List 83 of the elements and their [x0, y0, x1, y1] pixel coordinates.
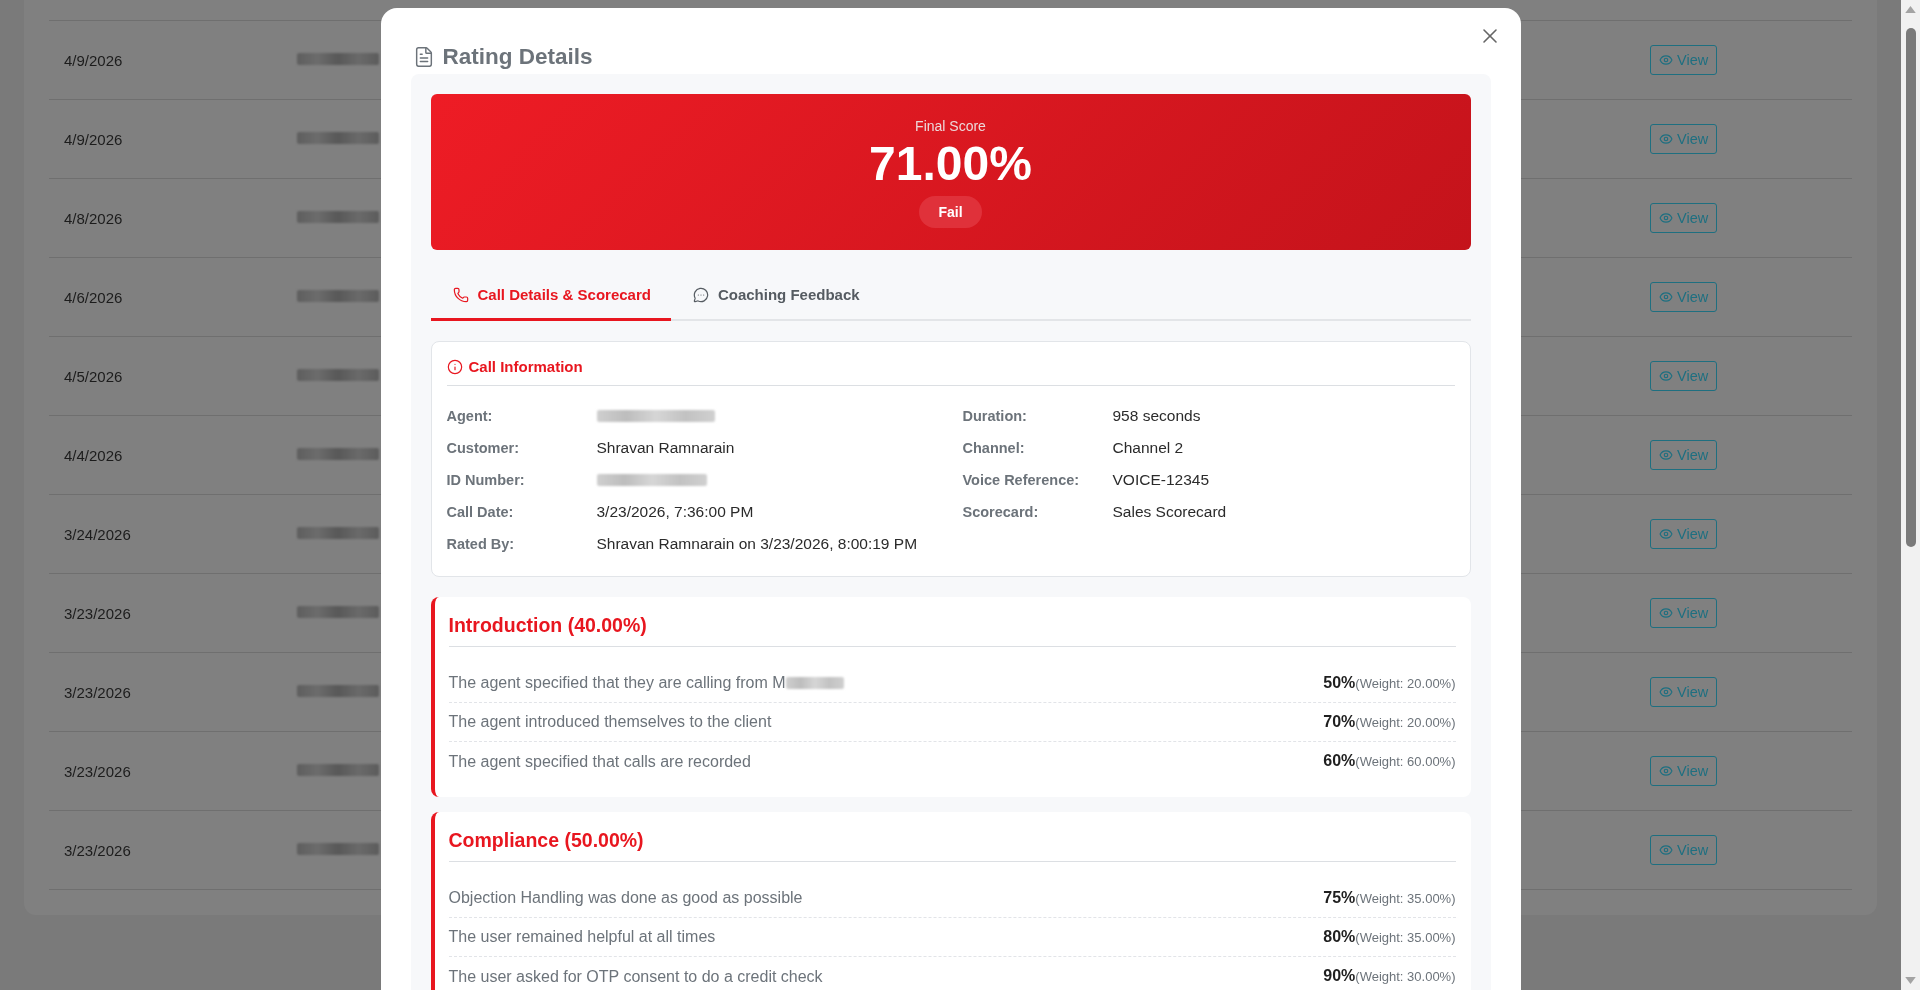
chat-bubble-icon — [692, 286, 709, 303]
field-label: Agent: — [446, 408, 494, 424]
field-label: ID Number: — [446, 472, 526, 488]
field-value: VOICE-12345 — [1112, 471, 1209, 489]
eye-icon — [1659, 132, 1673, 146]
criterion-weight: (Weight: 20.00%) — [1355, 674, 1456, 693]
field-label: Customer: — [446, 440, 520, 456]
eye-icon — [1659, 53, 1673, 67]
dialog-title: Rating Details — [442, 44, 593, 70]
eye-icon — [1659, 448, 1673, 462]
criterion-weight: (Weight: 35.00%) — [1355, 928, 1456, 947]
view-button[interactable]: View — [1650, 45, 1718, 75]
field-label: Channel: — [962, 440, 1026, 456]
eye-icon — [1659, 685, 1673, 699]
final-score-value: 71.00% — [869, 136, 1032, 192]
final-score-label: Final Score — [915, 117, 986, 136]
eye-icon — [1659, 369, 1673, 383]
eye-icon — [1659, 764, 1673, 778]
field-label: Rated By: — [446, 536, 516, 552]
criterion-text: The agent specified that calls are recorded — [448, 752, 751, 771]
field-label: Call Date: — [446, 504, 515, 520]
date-cell: 4/9/2026 — [64, 130, 123, 148]
field-label: Duration: — [962, 408, 1028, 424]
criterion-text: Objection Handling was done as good as possible — [448, 889, 803, 907]
field-value: 3/23/2026, 7:36:00 PM — [596, 503, 754, 521]
field-value: 958 seconds — [1112, 407, 1201, 425]
criterion-weight: (Weight: 60.00%) — [1355, 753, 1456, 771]
phone-icon — [452, 286, 469, 303]
view-button[interactable]: View — [1650, 124, 1718, 154]
criterion-score: 70% — [1323, 712, 1356, 731]
field-value: Shravan Ramnarain on 3/23/2026, 8:00:19 PM — [596, 535, 918, 553]
scroll-down-icon[interactable] — [1905, 977, 1916, 984]
field-label: Scorecard: — [962, 504, 1040, 520]
view-button[interactable]: View — [1650, 203, 1718, 233]
date-cell: 3/23/2026 — [64, 841, 131, 859]
view-button[interactable]: View — [1650, 519, 1718, 549]
scrollbar[interactable] — [1901, 0, 1920, 990]
view-button[interactable]: View — [1650, 677, 1718, 707]
criterion-score: 90% — [1323, 967, 1356, 985]
date-cell: 4/4/2026 — [64, 446, 123, 464]
view-button[interactable]: View — [1650, 598, 1718, 628]
view-button[interactable]: View — [1650, 440, 1718, 470]
result-badge: Fail — [919, 196, 982, 228]
info-icon — [446, 359, 463, 375]
criterion-score: 75% — [1323, 888, 1356, 907]
field-value: Shravan Ramnarain — [596, 439, 735, 457]
card-title: Call Information — [468, 357, 583, 377]
field-label: Voice Reference: — [962, 472, 1081, 488]
criterion-weight: (Weight: 30.00%) — [1355, 968, 1456, 986]
date-cell: 4/8/2026 — [64, 209, 123, 227]
date-cell: 3/24/2026 — [64, 525, 131, 543]
section-title: Introduction (40.00%) — [448, 611, 1456, 647]
scrollbar-thumb[interactable] — [1905, 28, 1916, 547]
eye-icon — [1659, 290, 1673, 304]
date-cell: 4/5/2026 — [64, 367, 123, 385]
criterion-text: The agent introduced themselves to the client — [448, 713, 772, 731]
criterion-score: 60% — [1323, 752, 1356, 770]
criterion-text: The agent specified that they are calling from M — [448, 674, 786, 692]
criterion-score: 50% — [1323, 673, 1356, 692]
eye-icon — [1659, 606, 1673, 620]
date-cell: 4/9/2026 — [64, 51, 123, 69]
field-value: Channel 2 — [1112, 439, 1184, 457]
eye-icon — [1659, 211, 1673, 225]
eye-icon — [1659, 843, 1673, 857]
criterion-text: The user remained helpful at all times — [448, 928, 716, 946]
date-cell: 3/23/2026 — [64, 604, 131, 622]
view-button[interactable]: View — [1650, 361, 1718, 391]
criterion-weight: (Weight: 35.00%) — [1355, 889, 1456, 908]
section-title: Compliance (50.00%) — [448, 826, 1456, 862]
view-button[interactable]: View — [1650, 835, 1718, 865]
view-button[interactable]: View — [1650, 756, 1718, 786]
tab[interactable]: Coaching Feedback — [670, 270, 880, 321]
view-button[interactable]: View — [1650, 282, 1718, 312]
field-value: Sales Scorecard — [1112, 503, 1227, 521]
date-cell: 4/6/2026 — [64, 288, 123, 306]
eye-icon — [1659, 527, 1673, 541]
tab[interactable]: Call Details & Scorecard — [430, 270, 671, 321]
criterion-score: 80% — [1323, 927, 1356, 946]
scroll-up-icon[interactable] — [1905, 6, 1916, 13]
criterion-weight: (Weight: 20.00%) — [1355, 713, 1456, 732]
date-cell: 3/23/2026 — [64, 683, 131, 701]
criterion-text: The user asked for OTP consent to do a credit check — [448, 967, 823, 986]
date-cell: 3/23/2026 — [64, 762, 131, 780]
